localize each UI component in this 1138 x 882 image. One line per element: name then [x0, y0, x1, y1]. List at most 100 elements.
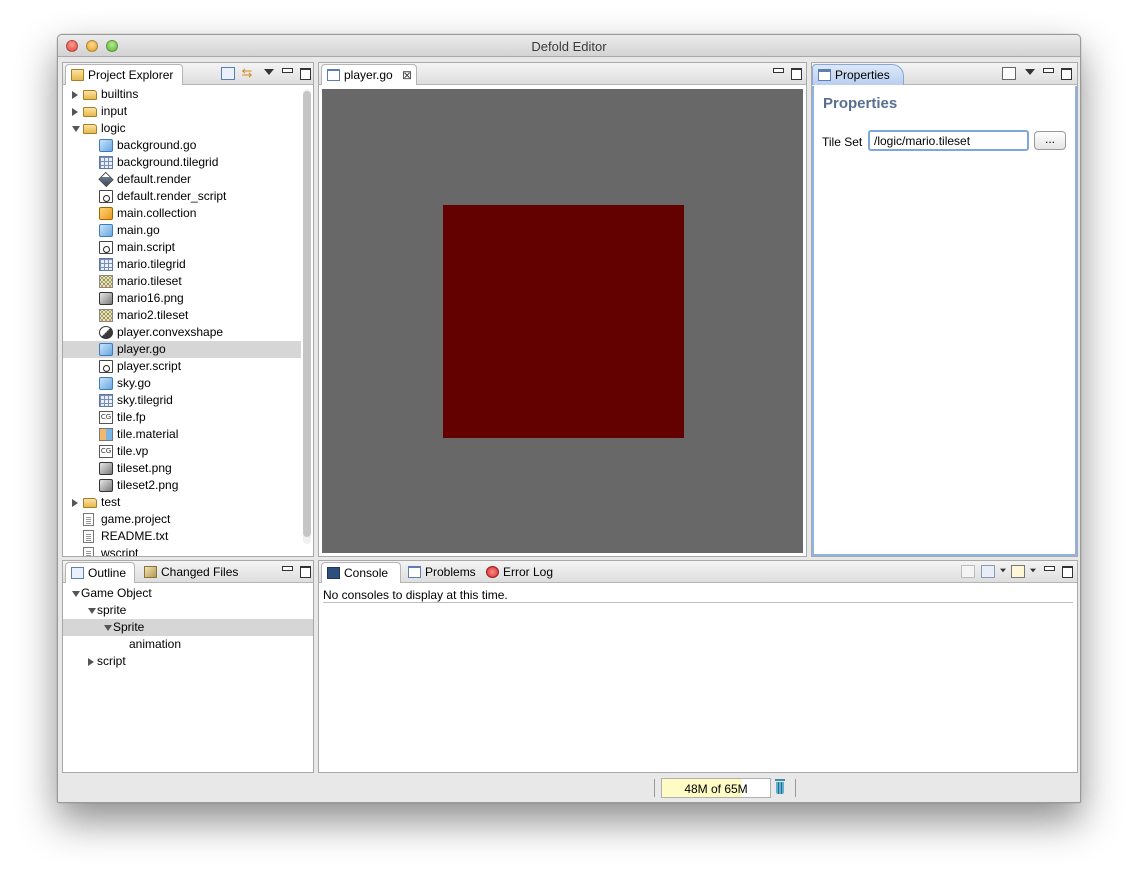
outline-item[interactable]: animation: [63, 636, 313, 653]
open-console-icon[interactable]: [1011, 565, 1025, 578]
minimize-editor-icon[interactable]: [772, 67, 784, 79]
open-console-menu-icon[interactable]: [1029, 567, 1037, 574]
tree-item-label: logic: [101, 121, 126, 135]
console-header: Console Problems Error Log: [319, 561, 1077, 583]
tree-item[interactable]: tileset.png: [63, 460, 301, 477]
tab-properties[interactable]: Properties: [812, 64, 904, 85]
tree-item[interactable]: test: [63, 494, 301, 511]
view-menu-icon[interactable]: [263, 67, 275, 79]
minimize-outline-icon[interactable]: [281, 565, 293, 577]
minimize-console-icon[interactable]: [1043, 565, 1055, 577]
collapse-all-icon[interactable]: [221, 67, 235, 80]
tree-item[interactable]: builtins: [63, 86, 301, 103]
expand-closed-icon[interactable]: [88, 658, 94, 666]
outline-pane: Outline Changed Files Game Object sprite S…: [62, 560, 314, 773]
tree-item[interactable]: sky.tilegrid: [63, 392, 301, 409]
expand-open-icon[interactable]: [104, 625, 112, 631]
tree-item[interactable]: README.txt: [63, 528, 301, 545]
tree-item[interactable]: tile.material: [63, 426, 301, 443]
outline-icon: [71, 567, 84, 579]
outline-item-label: animation: [129, 637, 182, 651]
project-tree-scrollbar[interactable]: [303, 89, 311, 544]
expand-closed-icon[interactable]: [72, 499, 78, 507]
maximize-view-icon[interactable]: [299, 67, 311, 80]
tree-item[interactable]: game.project: [63, 511, 301, 528]
tree-item-label: tile.fp: [117, 410, 146, 424]
tree-item[interactable]: default.render: [63, 171, 301, 188]
tree-item[interactable]: background.tilegrid: [63, 154, 301, 171]
tree-item[interactable]: main.script: [63, 239, 301, 256]
maximize-console-icon[interactable]: [1061, 565, 1073, 578]
maximize-properties-icon[interactable]: [1060, 67, 1072, 80]
properties-menu-icon[interactable]: [1024, 67, 1036, 79]
tree-item[interactable]: sky.go: [63, 375, 301, 392]
tree-item[interactable]: default.render_script: [63, 188, 301, 205]
tree-item[interactable]: player.go: [63, 341, 301, 358]
editor-window: Defold Editor Project Explorer ⇆ builtin…: [57, 34, 1081, 803]
script-icon: [99, 360, 113, 373]
run-gc-icon[interactable]: [774, 779, 786, 795]
tab-changed-files[interactable]: Changed Files: [139, 562, 249, 583]
tab-properties-label: Properties: [835, 68, 890, 82]
tab-problems[interactable]: Problems: [403, 562, 481, 583]
expand-open-icon[interactable]: [88, 608, 96, 614]
tree-item-label: test: [101, 495, 121, 509]
tree-item[interactable]: background.go: [63, 137, 301, 154]
tree-item[interactable]: main.collection: [63, 205, 301, 222]
browse-button[interactable]: ...: [1034, 131, 1066, 150]
tile-set-input[interactable]: [868, 130, 1029, 151]
tree-item[interactable]: CG tile.vp: [63, 443, 301, 460]
convexshape-icon: [99, 326, 113, 339]
tree-item-label: player.script: [117, 359, 182, 373]
heap-status[interactable]: 48M of 65M: [661, 778, 771, 798]
outline-item[interactable]: Game Object: [63, 585, 313, 602]
close-tab-icon[interactable]: ⊠: [402, 68, 412, 82]
scrollbar-thumb[interactable]: [303, 91, 311, 537]
tree-item-label: input: [101, 104, 128, 118]
expand-closed-icon[interactable]: [72, 108, 78, 116]
tree-item[interactable]: input: [63, 103, 301, 120]
game-object-icon: [99, 377, 113, 390]
outline-item[interactable]: sprite: [63, 602, 313, 619]
outline-item[interactable]: Sprite: [63, 619, 313, 636]
tab-error-log[interactable]: Error Log: [481, 562, 559, 583]
tree-item[interactable]: tileset2.png: [63, 477, 301, 494]
display-console-menu-icon[interactable]: [999, 567, 1007, 574]
tab-console[interactable]: Console: [321, 562, 401, 583]
tree-item[interactable]: mario16.png: [63, 290, 301, 307]
pin-view-icon[interactable]: [1002, 67, 1016, 80]
tree-item[interactable]: main.go: [63, 222, 301, 239]
link-with-editor-icon[interactable]: ⇆: [240, 66, 254, 80]
tile-set-label: Tile Set: [822, 135, 863, 149]
tree-item[interactable]: CG tile.fp: [63, 409, 301, 426]
display-console-icon[interactable]: [981, 565, 995, 578]
tab-outline[interactable]: Outline: [65, 562, 135, 583]
render-icon: [98, 171, 114, 188]
tree-item[interactable]: mario.tileset: [63, 273, 301, 290]
clear-console-icon[interactable]: [961, 565, 975, 578]
scene-viewport[interactable]: [322, 89, 803, 553]
tree-item-label: main.collection: [117, 206, 197, 220]
tab-problems-label: Problems: [425, 565, 476, 579]
tree-item[interactable]: player.convexshape: [63, 324, 301, 341]
sprite-preview[interactable]: [443, 205, 684, 438]
editor-header: player.go ⊠: [319, 63, 806, 85]
tree-item[interactable]: player.script: [63, 358, 301, 375]
outline-item[interactable]: script: [63, 653, 313, 670]
tree-item-label: tile.vp: [117, 444, 149, 458]
tree-item[interactable]: logic: [63, 120, 301, 137]
maximize-outline-icon[interactable]: [299, 565, 311, 578]
minimize-view-icon[interactable]: [281, 67, 293, 79]
tab-project-explorer[interactable]: Project Explorer: [65, 64, 183, 85]
console-icon: [327, 567, 340, 579]
tree-item[interactable]: wscript: [63, 545, 301, 556]
tab-player-go[interactable]: player.go ⊠: [321, 64, 417, 85]
expand-open-icon[interactable]: [72, 126, 80, 132]
tree-item[interactable]: mario2.tileset: [63, 307, 301, 324]
tree-item-label: sky.tilegrid: [117, 393, 173, 407]
expand-open-icon[interactable]: [72, 591, 80, 597]
expand-closed-icon[interactable]: [72, 91, 78, 99]
maximize-editor-icon[interactable]: [790, 67, 802, 80]
minimize-properties-icon[interactable]: [1042, 67, 1054, 79]
tree-item[interactable]: mario.tilegrid: [63, 256, 301, 273]
